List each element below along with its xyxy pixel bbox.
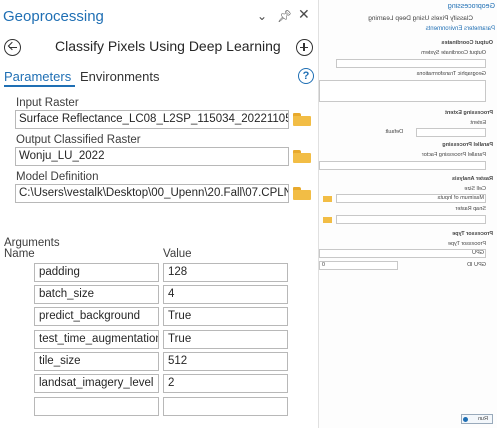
mirrored-field-label: Cell Size — [464, 186, 486, 192]
mirrored-field-label: Output Coordinate System — [421, 50, 486, 56]
output-raster-input[interactable]: Wonju_LU_2022 — [15, 147, 289, 166]
mirrored-field-label: Processor Type — [447, 241, 486, 247]
geoprocessing-pane: Geoprocessing ⌄ 📌︎ ✕ Classify Pixels Usi… — [0, 0, 318, 428]
argument-value-cell[interactable]: True — [163, 307, 288, 326]
mirrored-field[interactable] — [319, 80, 486, 102]
back-arrow-icon[interactable] — [4, 39, 21, 56]
mirrored-geoprocessing-pane: Geoprocessing Classify Pixels Using Deep… — [318, 0, 497, 428]
tool-title: Classify Pixels Using Deep Learning — [55, 38, 281, 54]
input-raster-label: Input Raster — [16, 97, 79, 109]
browse-folder-icon[interactable] — [293, 113, 311, 126]
mirrored-field[interactable] — [319, 161, 486, 170]
mirrored-field-label: Extent — [470, 120, 486, 126]
mirrored-field-label: GPU ID — [467, 262, 486, 268]
run-button[interactable]: Run — [461, 414, 493, 424]
argument-name-cell[interactable]: padding — [34, 263, 159, 282]
argument-name-cell[interactable] — [34, 397, 159, 416]
mirrored-dropdown[interactable] — [416, 128, 486, 137]
mirrored-pane-title: Geoprocessing — [447, 3, 495, 10]
argument-name-cell[interactable]: landsat_imagery_level — [34, 374, 159, 393]
model-definition-label: Model Definition — [16, 171, 99, 183]
argument-value-cell[interactable] — [163, 397, 288, 416]
argument-name-cell[interactable]: predict_background — [34, 307, 159, 326]
mirrored-field-label: Snap Raster — [455, 206, 486, 212]
argument-value-cell[interactable]: 4 — [163, 285, 288, 304]
argument-value-cell[interactable]: True — [163, 330, 288, 349]
browse-folder-icon[interactable] — [323, 217, 332, 223]
tab-parameters[interactable]: Parameters — [4, 69, 71, 84]
argument-value-cell[interactable]: 128 — [163, 263, 288, 282]
output-raster-value: Wonju_LU_2022 — [19, 150, 105, 162]
mirrored-section-label: Parallel Processing — [442, 142, 493, 148]
mirrored-tabs: Parameters Environments — [425, 26, 495, 32]
argument-value-cell[interactable]: 512 — [163, 352, 288, 371]
browse-folder-icon[interactable] — [323, 196, 332, 202]
pane-titlebar: Geoprocessing ⌄ 📌︎ ✕ — [0, 0, 318, 33]
mirrored-section-label: Processing Extent — [445, 110, 493, 116]
mirrored-field-label: Parallel Processing Factor — [421, 152, 486, 158]
argument-name-cell[interactable]: tile_size — [34, 352, 159, 371]
arguments-name-header: Name — [4, 248, 35, 260]
input-raster-value: Surface Reflectance_LC08_L2SP_115034_202… — [19, 113, 289, 125]
mirrored-section-label: Processor Type — [452, 231, 493, 237]
argument-name-cell[interactable]: batch_size — [34, 285, 159, 304]
pane-title: Geoprocessing — [3, 8, 104, 25]
mirrored-section-label: Output Coordinates — [441, 40, 493, 46]
help-icon[interactable]: ? — [298, 68, 314, 84]
add-circle-icon[interactable] — [296, 39, 313, 56]
arguments-value-header: Value — [163, 248, 192, 260]
input-raster-dropdown[interactable]: Surface Reflectance_LC08_L2SP_115034_202… — [15, 110, 289, 129]
browse-folder-icon[interactable] — [293, 150, 311, 163]
mirrored-section-label: Raster Analysis — [451, 176, 493, 182]
mirrored-field[interactable] — [336, 59, 486, 68]
mirrored-field[interactable] — [319, 261, 398, 270]
mirrored-dropdown[interactable] — [319, 249, 486, 258]
mirrored-field-value: Maximum of Inputs — [437, 195, 484, 201]
active-tab-indicator — [4, 85, 75, 87]
mirrored-field-value: Default — [385, 129, 403, 135]
collapse-chevron-icon[interactable]: ⌄ — [257, 10, 267, 22]
mirrored-dropdown[interactable] — [336, 215, 486, 224]
browse-folder-icon[interactable] — [293, 187, 311, 200]
mirrored-field-value: 0 — [321, 262, 325, 268]
tab-environments[interactable]: Environments — [80, 69, 159, 84]
mirrored-field-value: GPU — [472, 250, 484, 256]
mirrored-pane-content: Geoprocessing Classify Pixels Using Deep… — [319, 0, 497, 428]
run-icon — [463, 417, 468, 422]
mirrored-tool-title: Classify Pixels Using Deep Learning — [368, 15, 473, 22]
pin-icon[interactable]: 📌︎ — [277, 10, 292, 22]
argument-name-cell[interactable]: test_time_augmentation — [34, 330, 159, 349]
close-icon[interactable]: ✕ — [298, 7, 310, 21]
run-label: Run — [477, 416, 488, 422]
argument-value-cell[interactable]: 2 — [163, 374, 288, 393]
model-definition-input[interactable]: C:\Users\vestalk\Desktop\00_Upenn\20.Fal… — [15, 184, 289, 203]
chevron-down-icon[interactable]: ⌵ — [278, 111, 285, 128]
output-raster-label: Output Classified Raster — [16, 134, 141, 146]
model-definition-value: C:\Users\vestalk\Desktop\00_Upenn\20.Fal… — [19, 187, 289, 199]
mirrored-field-label: Geographic Transformations — [416, 71, 486, 77]
